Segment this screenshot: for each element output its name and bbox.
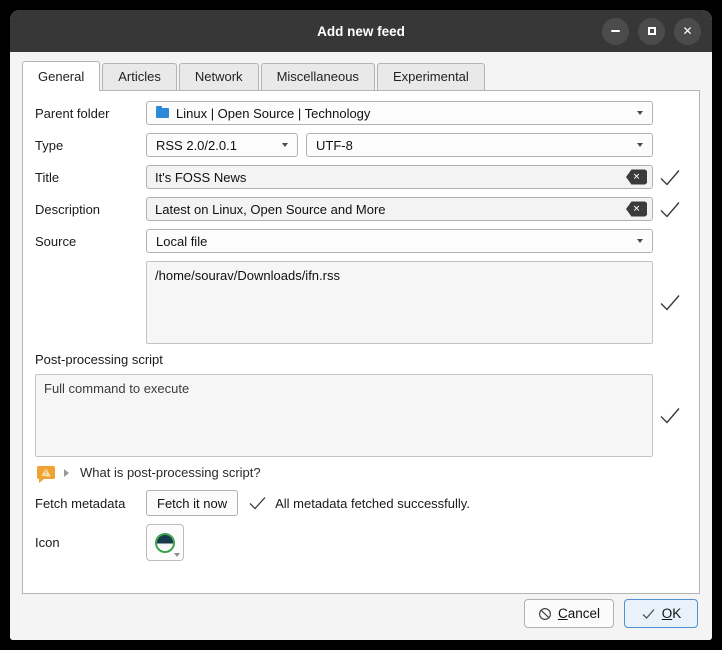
valid-check-icon [658, 406, 682, 425]
ok-button[interactable]: OK [624, 599, 698, 628]
parent-folder-row: Parent folder Linux | Open Source | Tech… [35, 101, 687, 125]
minimize-button[interactable] [602, 18, 629, 45]
parent-folder-label: Parent folder [35, 106, 146, 121]
description-row: Description ✕ [35, 197, 687, 221]
window-controls: ✕ [602, 10, 701, 52]
source-path-textarea[interactable]: /home/sourav/Downloads/ifn.rss [146, 261, 653, 344]
fetch-status-text: All metadata fetched successfully. [275, 496, 470, 511]
dialog-footer: Cancel OK [524, 599, 698, 628]
tab-general[interactable]: General [22, 61, 100, 91]
source-label: Source [35, 234, 146, 249]
parent-folder-combobox[interactable]: Linux | Open Source | Technology [146, 101, 653, 125]
window-title: Add new feed [317, 24, 405, 39]
dialog-body: General Articles Network Miscellaneous E… [10, 52, 712, 640]
tab-bar: General Articles Network Miscellaneous E… [10, 52, 712, 90]
folder-icon [156, 108, 169, 118]
maximize-button[interactable] [638, 18, 665, 45]
expand-arrow-icon[interactable] [64, 469, 69, 477]
ok-button-label: OK [662, 606, 682, 621]
type-label: Type [35, 138, 146, 153]
general-tab-pane: Parent folder Linux | Open Source | Tech… [22, 90, 700, 594]
close-button[interactable]: ✕ [674, 18, 701, 45]
encoding-combobox[interactable]: UTF-8 [306, 133, 653, 157]
feed-icon-button[interactable] [146, 524, 184, 561]
ok-check-icon [641, 608, 656, 620]
tab-experimental[interactable]: Experimental [377, 63, 485, 90]
title-row: Title ✕ [35, 165, 687, 189]
tab-articles[interactable]: Articles [102, 63, 177, 90]
chevron-down-icon [637, 239, 643, 243]
chevron-down-icon [174, 553, 180, 557]
post-processing-row [35, 374, 687, 457]
post-processing-textarea[interactable] [35, 374, 653, 457]
fetch-metadata-label: Fetch metadata [35, 496, 146, 511]
success-check-icon [248, 496, 267, 510]
feed-type-combobox[interactable]: RSS 2.0/2.0.1 [146, 133, 298, 157]
post-processing-help[interactable]: ! What is post-processing script? [37, 465, 687, 480]
tab-network[interactable]: Network [179, 63, 259, 90]
title-label: Title [35, 170, 146, 185]
icon-row: Icon [35, 524, 687, 561]
post-processing-label: Post-processing script [35, 352, 687, 367]
encoding-value: UTF-8 [316, 138, 629, 153]
fetch-it-now-button[interactable]: Fetch it now [146, 490, 238, 516]
fetch-metadata-row: Fetch metadata Fetch it now All metadata… [35, 490, 687, 516]
source-path-row: /home/sourav/Downloads/ifn.rss [35, 261, 687, 344]
title-input[interactable] [146, 165, 653, 189]
type-row: Type RSS 2.0/2.0.1 UTF-8 [35, 133, 687, 157]
hint-bubble-icon: ! [37, 466, 55, 479]
source-type-combobox[interactable]: Local file [146, 229, 653, 253]
chevron-down-icon [637, 143, 643, 147]
titlebar[interactable]: Add new feed ✕ [10, 10, 712, 52]
warning-triangle-icon: ! [41, 469, 51, 477]
desktop-background: Add new feed ✕ General Articles Network … [0, 0, 722, 650]
feed-type-value: RSS 2.0/2.0.1 [156, 138, 274, 153]
cancel-button-label: Cancel [558, 606, 600, 621]
maximize-icon [648, 27, 656, 35]
chevron-down-icon [282, 143, 288, 147]
tab-miscellaneous[interactable]: Miscellaneous [261, 63, 375, 90]
chevron-down-icon [637, 111, 643, 115]
valid-check-icon [658, 200, 682, 219]
valid-check-icon [658, 168, 682, 187]
minimize-icon [611, 30, 620, 32]
description-input[interactable] [146, 197, 653, 221]
source-row: Source Local file [35, 229, 687, 253]
parent-folder-value: Linux | Open Source | Technology [176, 106, 629, 121]
valid-check-icon [658, 293, 682, 312]
feed-favicon-icon [155, 533, 175, 553]
close-icon: ✕ [682, 25, 692, 37]
help-link-text[interactable]: What is post-processing script? [80, 465, 261, 480]
icon-label: Icon [35, 535, 146, 550]
cancel-button[interactable]: Cancel [524, 599, 614, 628]
add-feed-dialog: Add new feed ✕ General Articles Network … [10, 10, 712, 640]
source-type-value: Local file [156, 234, 629, 249]
description-label: Description [35, 202, 146, 217]
cancel-prohibit-icon [538, 607, 552, 621]
